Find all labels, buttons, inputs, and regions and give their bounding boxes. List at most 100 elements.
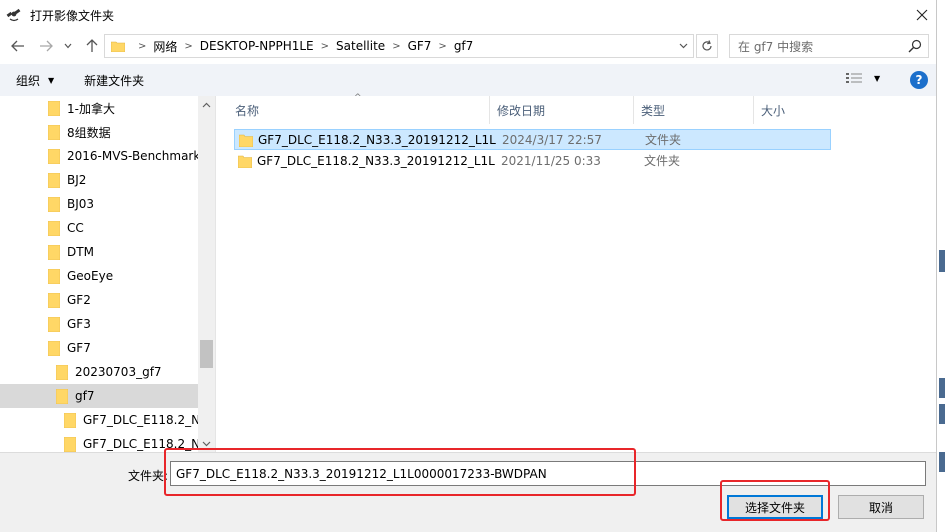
command-bar: 组织 ▼ 新建文件夹 ▼ ? [0,64,936,96]
up-button[interactable] [82,36,102,56]
window-title: 打开影像文件夹 [30,8,115,23]
arrow-right-icon [40,40,53,52]
breadcrumb-satellite[interactable]: Satellite [336,39,385,53]
chevron-down-icon [679,43,687,49]
background-edge-mark [939,378,945,398]
scroll-up-button[interactable] [198,96,215,113]
close-icon [916,9,928,21]
column-header-date[interactable]: 修改日期 [490,96,634,124]
breadcrumb-separator[interactable]: > [184,41,192,52]
nav-item-label: 1-加拿大 [67,101,115,116]
file-date: 2024/3/17 22:57 [502,132,602,147]
address-dropdown-button[interactable] [675,38,691,54]
nav-item-dtm[interactable]: DTM [0,240,198,264]
nav-item-gf7[interactable]: gf7 [0,384,198,408]
chevron-down-icon [202,441,211,446]
folder-icon [64,412,76,428]
folder-icon [48,316,60,332]
cancel-label: 取消 [868,500,893,515]
nav-item-label: gf7 [75,389,95,403]
folder-icon [238,155,252,168]
new-folder-button[interactable]: 新建文件夹 [84,72,144,89]
column-header-size[interactable]: 大小 [754,96,832,124]
cancel-button[interactable]: 取消 [838,495,924,519]
column-type-label: 类型 [641,103,666,118]
folder-icon [56,388,68,404]
open-folder-dialog: 打开影像文件夹 > 网络 > DESKTOP-NPPH1LE > Satelli… [0,0,937,532]
help-button[interactable]: ? [910,71,928,89]
folder-icon [64,436,76,452]
caret-down-icon: ▼ [48,75,55,85]
column-header-type[interactable]: 类型 [634,96,754,124]
file-row[interactable]: GF7_DLC_E118.2_N33.3_20191212_L1L... 202… [234,150,831,171]
file-name: GF7_DLC_E118.2_N33.3_20191212_L1L... [258,132,497,147]
breadcrumb-desktop[interactable]: DESKTOP-NPPH1LE [200,39,314,53]
breadcrumb-separator[interactable]: > [392,41,400,52]
nav-item-8-groups[interactable]: 8组数据 [0,120,198,144]
satellite-icon [6,8,21,22]
forward-button[interactable] [36,36,56,56]
breadcrumb-network[interactable]: 网络 [153,38,177,55]
breadcrumb-separator[interactable]: > [321,41,329,52]
scroll-thumb[interactable] [200,340,213,368]
refresh-button[interactable] [696,34,718,58]
folder-icon [48,292,60,308]
folder-icon [111,41,125,52]
folder-icon [48,340,60,356]
column-header-row: ^ 名称 修改日期 类型 大小 [228,93,936,124]
chevron-up-icon [202,102,211,107]
nav-item-gf2[interactable]: GF2 [0,288,198,312]
refresh-icon [702,40,712,51]
nav-item-label: 8组数据 [67,125,111,140]
nav-item-20230703-gf7[interactable]: 20230703_gf7 [0,360,198,384]
folder-icon [56,364,68,380]
file-row[interactable]: GF7_DLC_E118.2_N33.3_20191212_L1L... 202… [234,129,831,150]
nav-item-cc[interactable]: CC [0,216,198,240]
file-date: 2021/11/25 0:33 [501,153,601,168]
breadcrumb-gf7[interactable]: gf7 [454,39,473,53]
close-button[interactable] [907,0,936,30]
help-icon: ? [915,73,923,87]
search-icon [908,39,922,53]
back-button[interactable] [8,36,28,56]
file-name: GF7_DLC_E118.2_N33.3_20191212_L1L... [257,153,496,168]
nav-item-bj2[interactable]: BJ2 [0,168,198,192]
address-bar[interactable]: > 网络 > DESKTOP-NPPH1LE > Satellite > GF7… [104,34,694,58]
recent-locations-button[interactable] [60,36,76,56]
file-type: 文件夹 [644,154,681,168]
new-folder-label: 新建文件夹 [84,73,145,88]
breadcrumb-separator[interactable]: > [438,41,446,52]
change-view-button[interactable]: ▼ [846,72,880,84]
chevron-down-icon [64,43,72,49]
nav-scrollbar[interactable] [198,96,215,452]
background-window-edge [937,0,945,532]
breadcrumb-gf7-upper[interactable]: GF7 [408,39,432,53]
column-header-name[interactable]: ^ 名称 [228,93,490,124]
background-edge-mark [939,250,945,272]
nav-item-label: BJ03 [67,197,95,211]
organize-button[interactable]: 组织 ▼ [16,72,54,89]
nav-item-bj03[interactable]: BJ03 [0,192,198,216]
column-date-label: 修改日期 [497,103,546,118]
nav-item-label: GF7_DLC_E118.2_N3 [83,413,208,427]
file-type: 文件夹 [645,133,682,147]
nav-item-gf3[interactable]: GF3 [0,312,198,336]
search-input[interactable]: 在 gf7 中搜索 [729,34,929,58]
nav-item-gf7-dlc-1[interactable]: GF7_DLC_E118.2_N3 [0,408,208,432]
file-list-pane: ^ 名称 修改日期 类型 大小 GF7_DLC_E118.2_N33.3_201… [216,93,936,452]
nav-item-geoeye[interactable]: GeoEye [0,264,198,288]
nav-item-label: 20230703_gf7 [75,365,162,379]
nav-item-label: CC [67,221,84,235]
nav-item-gf7-upper[interactable]: GF7 [0,336,198,360]
nav-item-label: GF2 [67,293,91,307]
column-size-label: 大小 [761,103,786,118]
nav-item-canada[interactable]: 1-加拿大 [0,96,198,120]
nav-item-label: GF7 [67,341,91,355]
organize-label: 组织 [16,73,41,88]
folder-icon [48,124,60,140]
arrow-up-icon [86,39,98,52]
folder-icon [48,172,60,188]
folder-icon [48,244,60,260]
annotation-highlight-folder-input [164,448,636,496]
nav-item-mvs-benchmark[interactable]: 2016-MVS-Benchmark [0,144,200,168]
